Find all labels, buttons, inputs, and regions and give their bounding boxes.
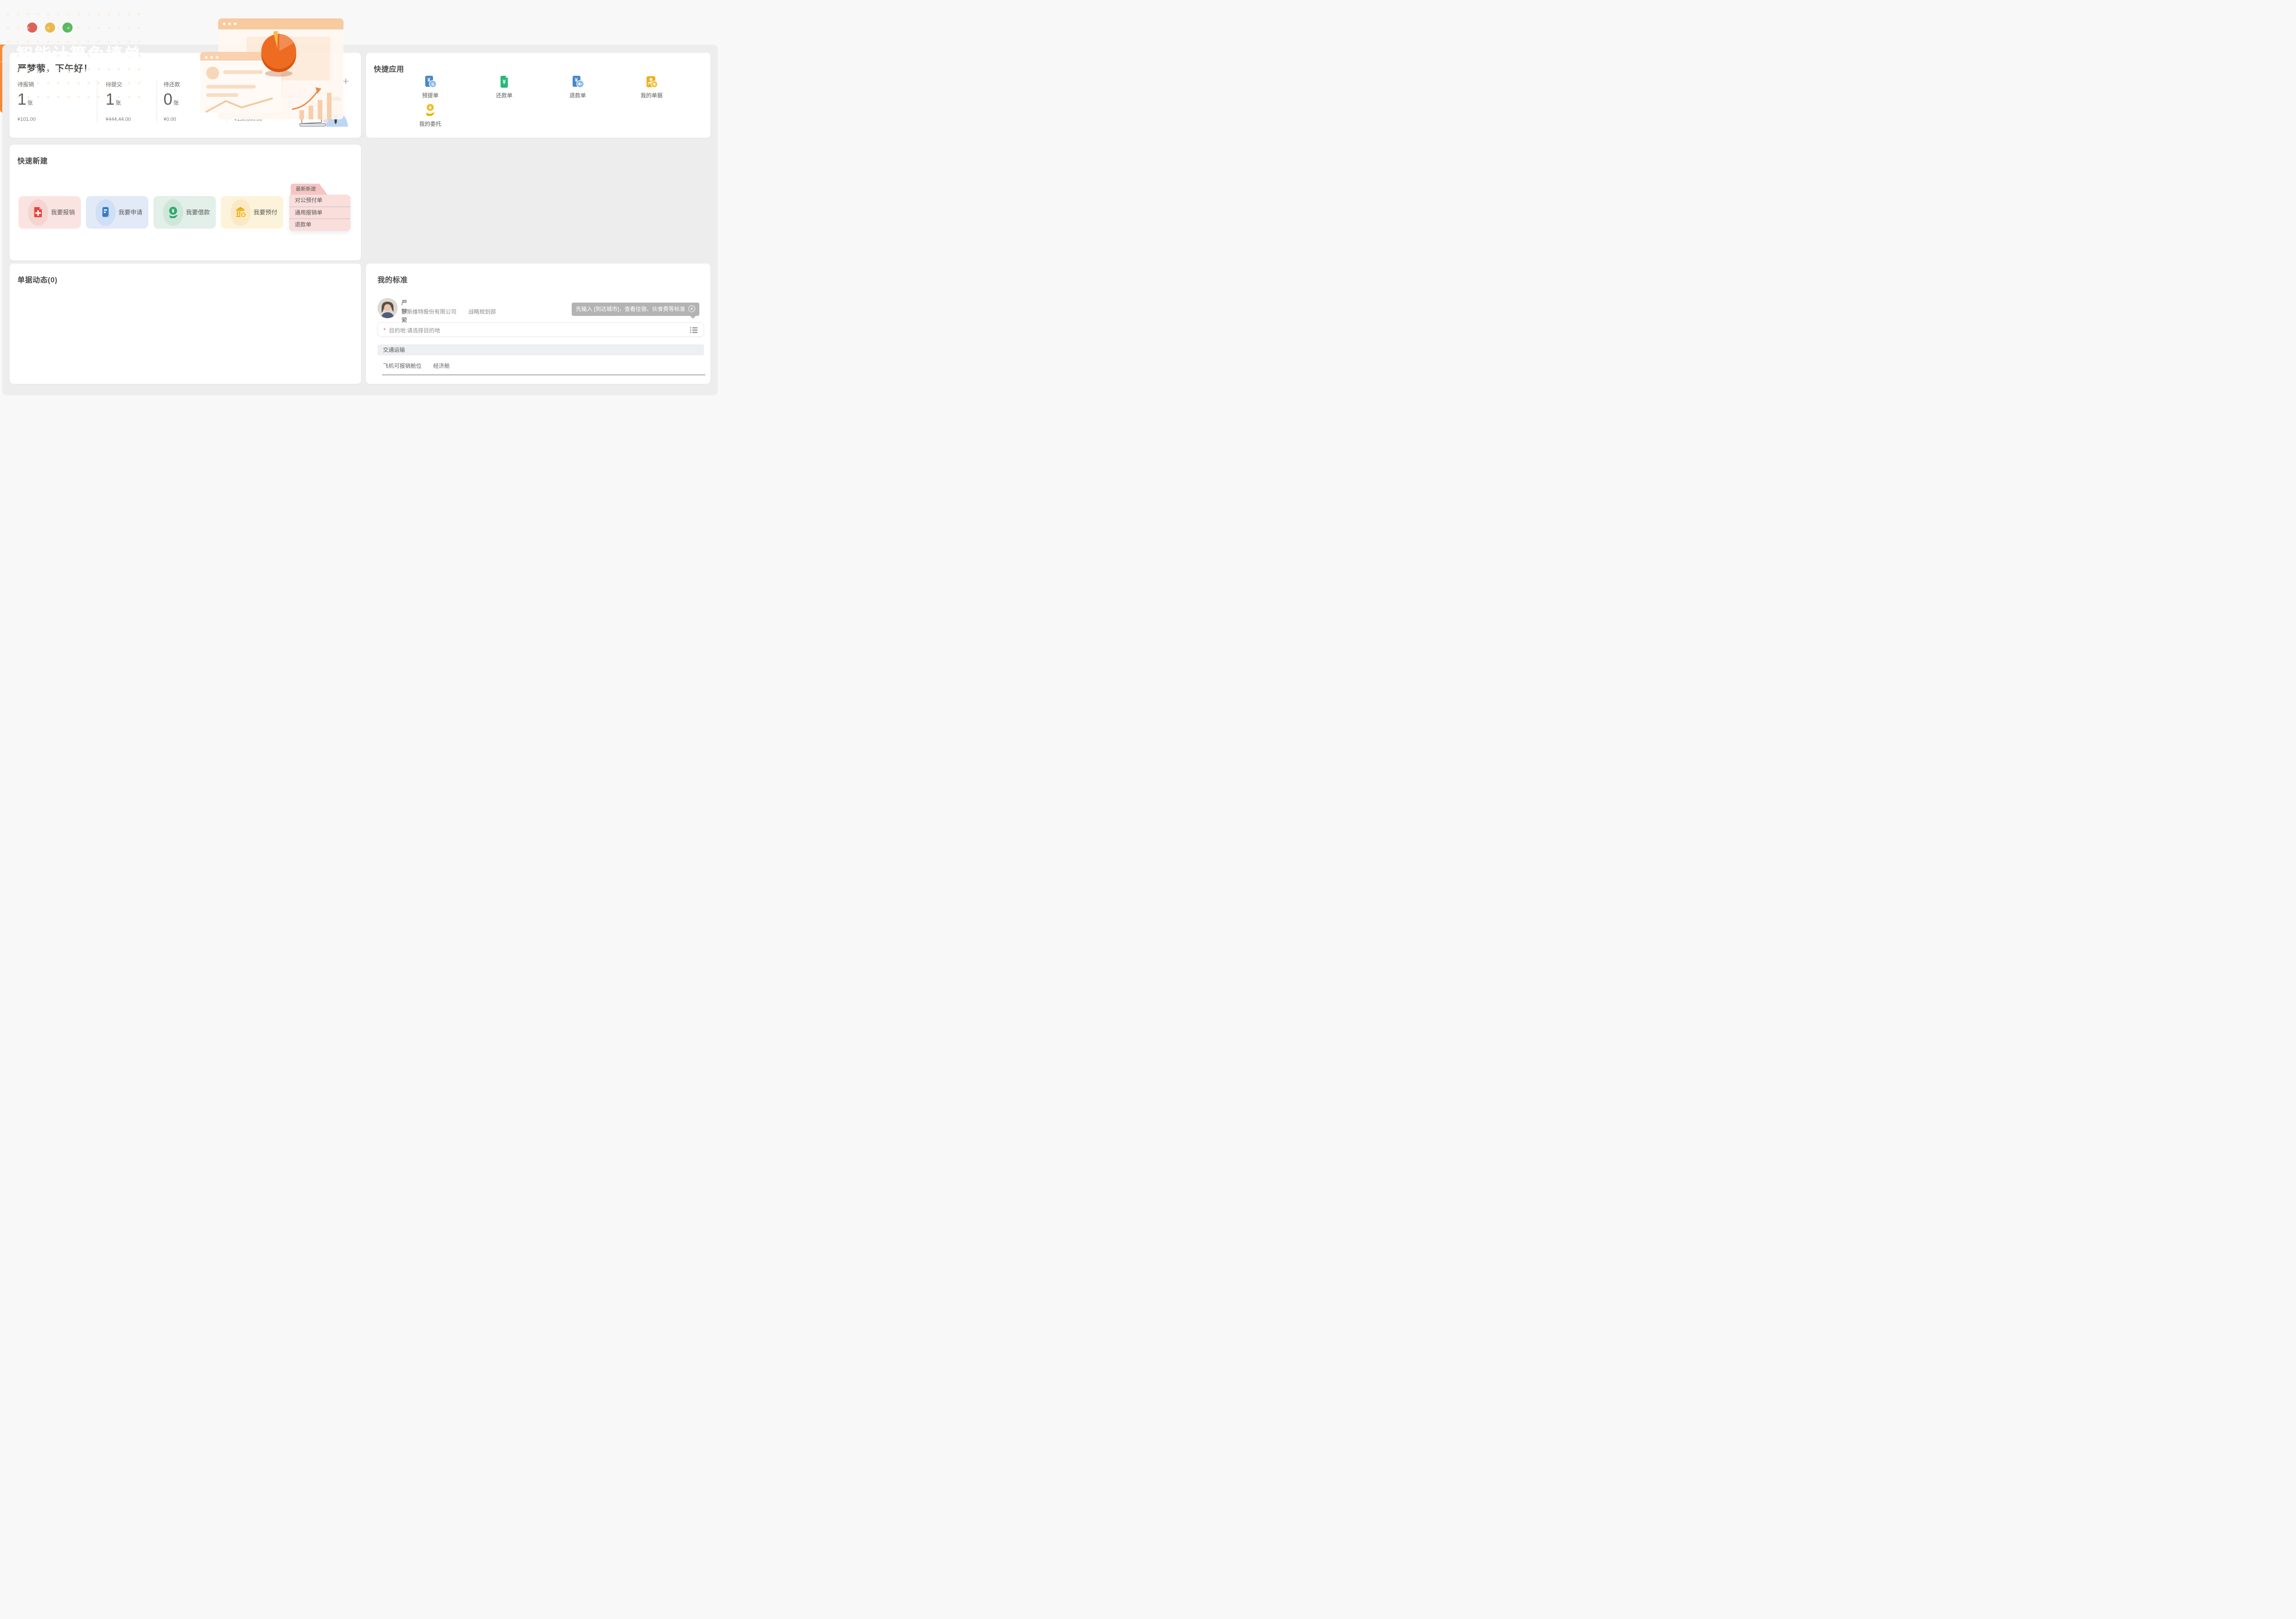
quick-app-label: 我的单据 <box>614 91 689 99</box>
coin-hand-icon <box>423 103 437 117</box>
quick-app-pre-withholding[interactable]: ¥ S 预提单 <box>393 75 467 99</box>
carousel-dot-active[interactable] <box>159 105 172 107</box>
quick-create-title: 快速新建 <box>17 155 48 166</box>
person-doc-star-icon <box>645 75 658 89</box>
pie-chart-icon <box>257 30 300 78</box>
dashboard: 严梦萦，下午好！ 待报销 1张 ¥101.00 待提交 1张 ¥444,44.0… <box>0 0 720 397</box>
yuan-doc-return-icon: ¥ <box>571 75 585 89</box>
carousel-dot-inactive[interactable] <box>176 105 186 107</box>
user-company: 杨斯维特股份有限公司 <box>401 309 456 315</box>
flight-class-label: 飞机可报销舱位 <box>383 363 422 369</box>
recent-create-menu: 对公预付单 通用报销单 退款单 <box>289 195 350 231</box>
create-reimburse-button[interactable]: 我要报销 <box>18 196 81 229</box>
recent-create-tab: 最新新建 <box>291 184 327 195</box>
bank-coin-icon: ¥ <box>235 206 247 218</box>
create-prepay-button[interactable]: ¥ 我要预付 <box>221 196 283 229</box>
create-apply-button[interactable]: 我要申请 <box>86 196 148 229</box>
quick-app-repayment[interactable]: ¥ 还款单 <box>467 75 541 99</box>
button-label: 我要报销 <box>51 196 75 229</box>
quick-app-refund[interactable]: ¥ 退款单 <box>540 75 615 99</box>
quick-create-card: 快速新建 我要报销 我要申请 <box>10 145 361 260</box>
flight-class-row: 飞机可报销舱位 经济舱 <box>383 362 450 370</box>
menu-item-corp-prepay[interactable]: 对公预付单 <box>289 195 350 207</box>
doc-activity-title: 单据动态(0) <box>17 274 57 285</box>
svg-text:¥: ¥ <box>172 208 175 214</box>
quick-apps-card: 快捷应用 ¥ S 预提单 ¥ 还款单 ¥ <box>366 53 710 138</box>
quick-app-label: 预提单 <box>393 91 467 99</box>
svg-text:S: S <box>431 82 434 87</box>
section-transport: 交通运输 <box>377 344 704 355</box>
button-label: 我要借款 <box>186 196 210 229</box>
line-chart-icon <box>204 97 277 113</box>
user-org: 杨斯维特股份有限公司 战略规划部 <box>401 308 496 315</box>
banner-subtitle: 行程化差旅报销 <box>17 67 103 84</box>
my-standards-card: 我的标准 严梦萦 杨斯维特股份有限公司战略规划部 先输入 [到达城市]，查看住宿… <box>366 264 710 384</box>
standards-tooltip: 先输入 [到达城市]，查看住宿、伙食费等标准 <box>572 303 699 316</box>
quick-app-label: 退款单 <box>540 91 615 99</box>
quick-apps-title: 快捷应用 <box>374 63 404 74</box>
menu-item-refund[interactable]: 退款单 <box>289 219 350 231</box>
button-label: 我要预付 <box>253 196 277 229</box>
button-label: 我要申请 <box>118 196 142 229</box>
list-icon[interactable] <box>690 326 698 334</box>
quick-app-label: 我的委托 <box>393 120 467 128</box>
required-mark: * <box>383 327 386 333</box>
flight-class-value: 经济舱 <box>433 363 450 369</box>
reimburse-doc-icon <box>32 206 44 218</box>
yuan-doc-fold-icon: ¥ <box>497 75 511 89</box>
svg-text:¥: ¥ <box>242 213 244 217</box>
user-department: 战略规划部 <box>468 309 496 315</box>
yuan-hand-icon: ¥ <box>167 206 179 218</box>
svg-text:¥: ¥ <box>502 79 506 85</box>
close-icon[interactable] <box>688 305 695 312</box>
my-standards-title: 我的标准 <box>377 274 408 285</box>
apply-doc-icon <box>100 206 112 218</box>
growth-chart-icon <box>289 84 340 113</box>
doc-activity-card: 单据动态(0) <box>10 264 361 384</box>
destination-placeholder: 目的地:请选择目的地 <box>389 326 440 334</box>
create-borrow-button[interactable]: ¥ 我要借款 <box>153 196 216 229</box>
avatar <box>377 298 398 318</box>
quick-app-my-delegation[interactable]: 我的委托 <box>393 103 467 128</box>
yuan-doc-exchange-icon: ¥ S <box>423 75 437 89</box>
destination-field[interactable]: * 目的地:请选择目的地 <box>377 322 704 337</box>
quick-app-label: 还款单 <box>467 91 541 99</box>
menu-item-general-reimburse[interactable]: 通用报销单 <box>289 207 350 219</box>
quick-app-my-documents[interactable]: 我的单据 <box>614 75 689 99</box>
